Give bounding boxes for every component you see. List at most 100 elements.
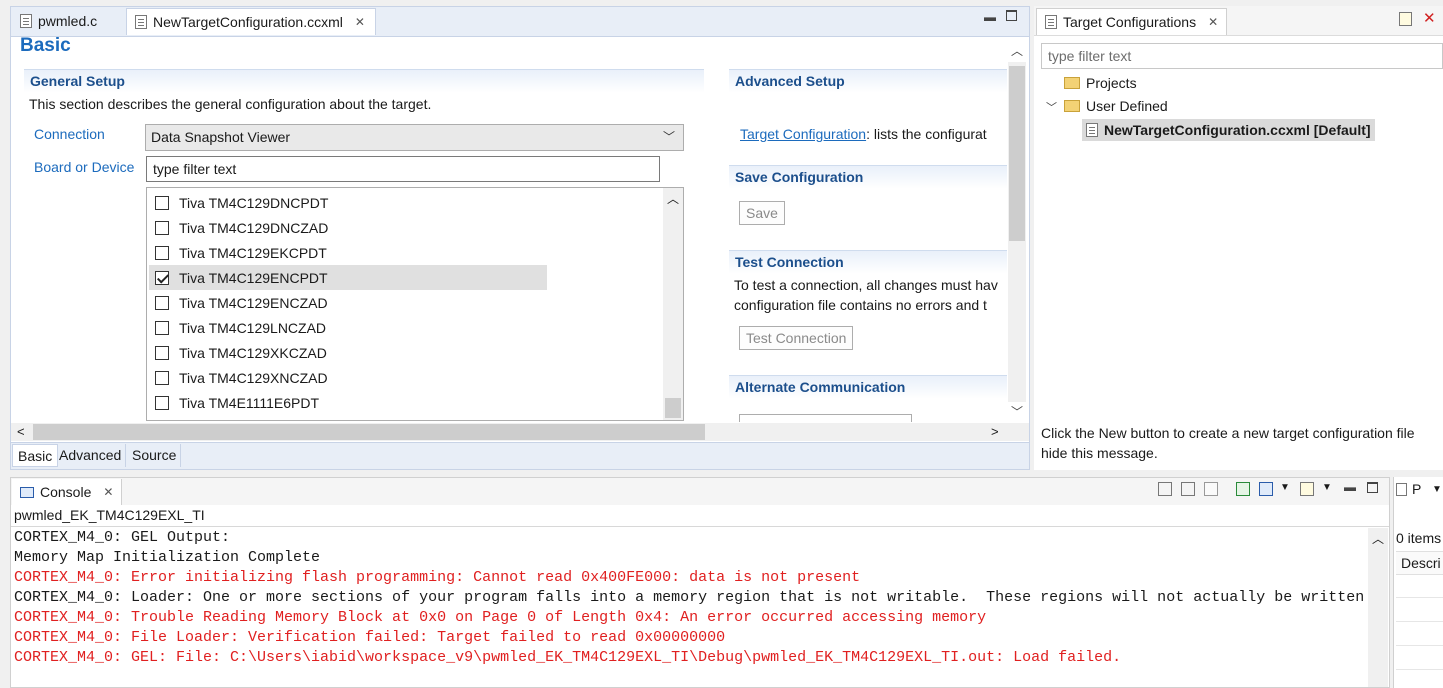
tab-source[interactable]: Source <box>128 444 182 467</box>
tree-item-user-defined[interactable]: User Defined <box>1064 98 1168 114</box>
maximize-icon[interactable] <box>1367 482 1378 493</box>
tab-console[interactable]: Console ✕ <box>12 479 123 505</box>
board-or-device-label: Board or Device <box>34 159 135 175</box>
problems-column-header[interactable]: Descri <box>1396 551 1443 575</box>
alternate-communication-field[interactable] <box>739 414 912 422</box>
close-icon[interactable]: ✕ <box>103 485 113 499</box>
close-icon[interactable]: ✕ <box>355 15 365 29</box>
editor-hscroll-track[interactable]: < > <box>11 423 1029 441</box>
alternate-communication-header: Alternate Communication <box>729 375 1007 399</box>
display-console-icon[interactable] <box>1259 482 1273 496</box>
board-filter-value: type filter text <box>153 161 237 177</box>
scroll-right-icon[interactable]: > <box>991 424 999 439</box>
board-filter-input[interactable]: type filter text <box>146 156 660 182</box>
tab-basic[interactable]: Basic <box>12 444 59 467</box>
console-line-error: CORTEX_M4_0: File Loader: Verification f… <box>14 629 726 646</box>
console-line: Memory Map Initialization Complete <box>14 549 321 566</box>
tab-target-configurations[interactable]: Target Configurations ✕ <box>1036 8 1228 35</box>
editor-vscroll-thumb[interactable] <box>1009 66 1025 241</box>
save-button[interactable]: Save <box>739 201 785 225</box>
test-connection-line1: To test a connection, all changes must h… <box>734 277 998 293</box>
device-list-vscroll[interactable]: ︿ <box>663 188 683 420</box>
tab-label: P <box>1412 481 1422 497</box>
list-item-selected[interactable]: Tiva TM4C129ENCPDT <box>149 265 547 290</box>
target-filter-placeholder: type filter text <box>1048 48 1132 64</box>
advanced-setup-text: Target Configuration: lists the configur… <box>740 126 987 142</box>
tree-item-config-file[interactable]: NewTargetConfiguration.ccxml [Default] <box>1082 119 1375 141</box>
list-item[interactable]: Tiva TM4C129XKCZAD <box>155 340 547 365</box>
chevron-down-icon[interactable]: ▼ <box>1280 482 1290 493</box>
delete-icon[interactable]: ✕ <box>1423 9 1436 27</box>
checkbox-checked[interactable] <box>155 270 169 285</box>
tab-problems[interactable]: P <box>1396 481 1421 497</box>
console-icon <box>20 486 34 498</box>
scroll-down-icon[interactable]: ﹀ <box>1011 403 1023 420</box>
scroll-up-icon[interactable]: ︿ <box>1011 42 1023 59</box>
tree-item-label: NewTargetConfiguration.ccxml [Default] <box>1104 122 1371 138</box>
list-item[interactable]: Tiva TM4C129EKCPDT <box>155 240 547 265</box>
list-item[interactable]: Tiva TM4E1111E6PDT <box>155 390 547 415</box>
scroll-up-icon[interactable]: ︿ <box>1372 530 1384 547</box>
list-item[interactable]: Tiva TM4C129DNCPDT <box>155 190 547 215</box>
checkbox[interactable] <box>155 220 169 235</box>
tab-advanced[interactable]: Advanced <box>55 444 127 467</box>
problems-row <box>1396 621 1443 622</box>
chevron-down-icon[interactable]: ▼ <box>1432 484 1442 495</box>
console-output[interactable]: CORTEX_M4_0: GEL Output: Memory Map Init… <box>14 528 1366 688</box>
connection-label: Connection <box>34 126 105 142</box>
minimize-icon[interactable]: ▬ <box>1344 480 1356 494</box>
chevron-down-icon: ﹀ <box>662 130 675 144</box>
folder-icon <box>1064 77 1080 89</box>
tree-item-label: Projects <box>1086 75 1137 91</box>
connection-select[interactable]: Data Snapshot Viewer ﹀ <box>145 124 684 151</box>
scroll-up-icon[interactable]: ︿ <box>667 190 679 207</box>
new-config-icon[interactable] <box>1399 12 1412 26</box>
tab-label: Target Configurations <box>1063 14 1197 30</box>
console-line-error: CORTEX_M4_0: GEL: File: C:\Users\iabid\w… <box>14 649 1122 666</box>
checkbox[interactable] <box>155 195 169 210</box>
checkbox[interactable] <box>155 320 169 335</box>
tree-item-projects[interactable]: Projects <box>1064 75 1137 91</box>
problems-panel <box>1393 477 1443 688</box>
checkbox[interactable] <box>155 245 169 260</box>
ccxml-file-icon <box>1086 123 1098 137</box>
word-wrap-icon[interactable] <box>1204 482 1218 496</box>
scroll-left-icon[interactable]: < <box>17 424 25 439</box>
pin-console-icon[interactable] <box>1236 482 1250 496</box>
page-title: Basic <box>20 35 71 56</box>
list-item[interactable]: Tiva TM4C129LNCZAD <box>155 315 547 340</box>
maximize-icon[interactable] <box>1006 10 1017 21</box>
checkbox[interactable] <box>155 370 169 385</box>
test-connection-line2: configuration file contains no errors an… <box>734 297 987 313</box>
scroll-lock-icon[interactable] <box>1181 482 1195 496</box>
target-filter-input[interactable]: type filter text <box>1041 43 1443 69</box>
new-console-icon[interactable] <box>1300 482 1314 496</box>
close-icon[interactable]: ✕ <box>1208 15 1218 29</box>
editor-hscroll-thumb[interactable] <box>33 424 705 440</box>
checkbox[interactable] <box>155 395 169 410</box>
target-configuration-link[interactable]: Target Configuration <box>740 126 866 142</box>
tab-pwmled-c[interactable]: pwmled.c <box>12 8 126 34</box>
device-list[interactable]: Tiva TM4C129DNCPDT Tiva TM4C129DNCZAD Ti… <box>146 187 684 421</box>
console-line: CORTEX_M4_0: Loader: One or more section… <box>14 589 1365 606</box>
connection-select-value: Data Snapshot Viewer <box>151 129 291 145</box>
list-item[interactable]: Tiva TM4C129ENCZAD <box>155 290 547 315</box>
test-connection-header: Test Connection <box>729 250 1007 274</box>
console-subtitle-divider <box>11 526 1389 527</box>
tab-new-target-configuration[interactable]: NewTargetConfiguration.ccxml ✕ <box>126 8 376 35</box>
checkbox[interactable] <box>155 345 169 360</box>
chevron-down-icon[interactable]: ▼ <box>1322 482 1332 493</box>
clear-console-icon[interactable] <box>1158 482 1172 496</box>
chevron-down-icon[interactable]: ﹀ <box>1046 99 1057 115</box>
device-list-vscroll-thumb[interactable] <box>665 398 681 418</box>
checkbox[interactable] <box>155 295 169 310</box>
tab-label: pwmled.c <box>38 13 98 29</box>
minimize-icon[interactable]: ▬ <box>984 10 996 24</box>
editor-vscroll-track[interactable] <box>1008 62 1026 402</box>
ccxml-file-icon <box>135 15 147 29</box>
test-connection-button[interactable]: Test Connection <box>739 326 854 350</box>
folder-open-icon <box>1064 100 1080 112</box>
console-vscroll-track[interactable]: ︿ <box>1368 528 1388 687</box>
list-item[interactable]: Tiva TM4C129DNCZAD <box>155 215 547 240</box>
list-item[interactable]: Tiva TM4C129XNCZAD <box>155 365 547 390</box>
